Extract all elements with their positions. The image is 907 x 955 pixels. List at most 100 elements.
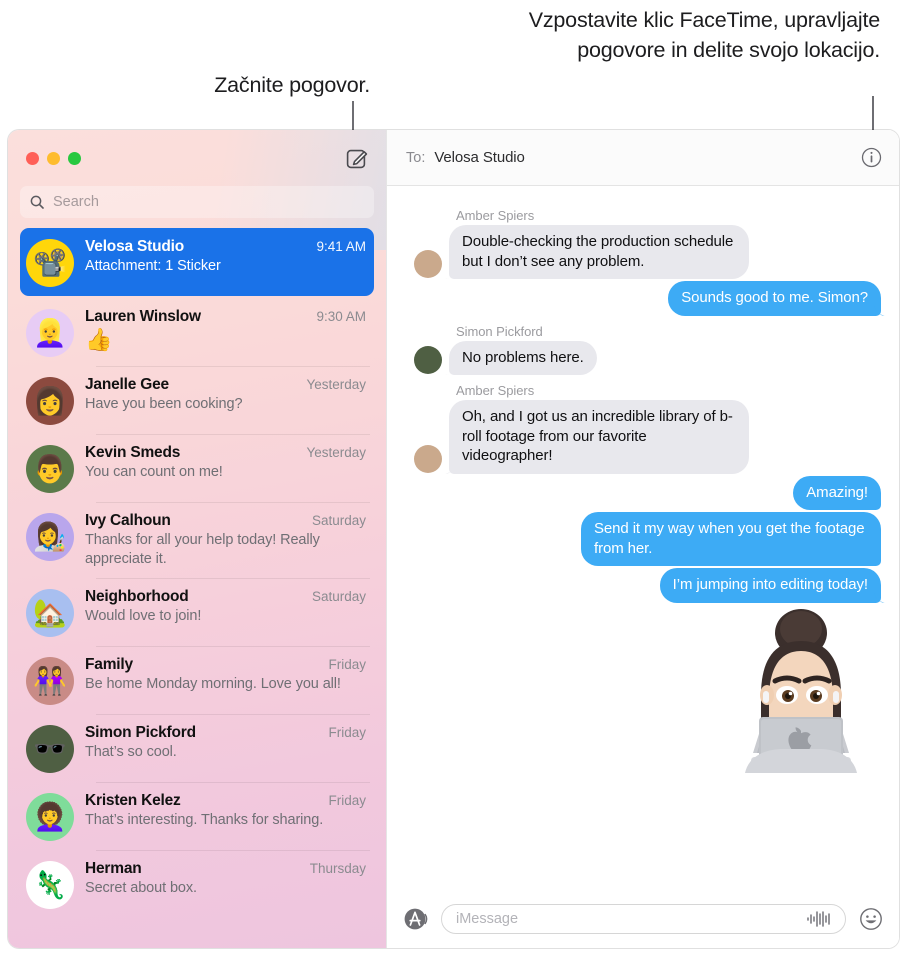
conversation-item[interactable]: 👩‍🎨 Ivy Calhoun Saturday Thanks for all you…: [20, 502, 374, 578]
conversation-item-header: Neighborhood Saturday: [85, 588, 366, 606]
conversation-item-header: Velosa Studio 9:41 AM: [85, 238, 366, 256]
conversation-name: Family: [85, 656, 133, 673]
message-bubble[interactable]: No problems here.: [449, 340, 597, 375]
conversation-item-header: Kevin Smeds Yesterday: [85, 444, 366, 462]
audio-waveform-icon[interactable]: [805, 910, 833, 928]
conversation-item-body: Kevin Smeds Yesterday You can count on me!: [85, 443, 366, 493]
avatar: 👩: [26, 377, 74, 425]
conversation-item-body: Family Friday Be home Monday morning. Love…: [85, 655, 366, 705]
message-bubble[interactable]: Double-checking the production schedule …: [449, 225, 749, 279]
conversation-name: Ivy Calhoun: [85, 512, 171, 529]
conversation-preview: That’s interesting. Thanks for sharing.: [85, 812, 324, 828]
conversation-item-body: Lauren Winslow 9:30 AM 👍: [85, 307, 366, 357]
conversation-timestamp: Yesterday: [306, 377, 366, 392]
message-bubble[interactable]: Amazing!: [793, 475, 881, 510]
apps-store-icon[interactable]: [403, 906, 429, 932]
messages-window: Search 📽️ Velosa Studio 9:41 AM Attachment:…: [8, 130, 899, 948]
conversation-item-header: Lauren Winslow 9:30 AM: [85, 308, 366, 326]
conversation-preview: You can count on me!: [85, 464, 223, 480]
conversation-name: Herman: [85, 860, 142, 877]
conversation-pane: To: Velosa Studio Amber Spiers Double-che…: [386, 130, 899, 948]
conversation-item-header: Family Friday: [85, 656, 366, 674]
emoji-smiley-icon[interactable]: [858, 907, 883, 932]
close-button[interactable]: [26, 151, 39, 165]
conversation-item[interactable]: 👱‍♀️ Lauren Winslow 9:30 AM 👍: [20, 298, 374, 366]
recipient-name[interactable]: Velosa Studio: [434, 149, 525, 166]
conversation-timestamp: Friday: [328, 725, 366, 740]
conversation-preview: Thanks for all your help today! Really a…: [85, 532, 320, 567]
message-thread[interactable]: Amber Spiers Double-checking the producti…: [387, 186, 899, 890]
conversation-item-header: Janelle Gee Yesterday: [85, 376, 366, 394]
conversation-timestamp: Saturday: [311, 589, 366, 604]
conversation-preview: Would love to join!: [85, 608, 202, 624]
conversation-timestamp: Saturday: [311, 513, 366, 528]
minimize-button[interactable]: [47, 151, 60, 165]
sticker-row: [403, 603, 881, 779]
message-bubble[interactable]: Send it my way when you get the footage …: [581, 512, 881, 566]
search-icon: [30, 195, 44, 209]
message-avatar: [414, 250, 442, 278]
message-row: Amazing!: [403, 475, 881, 510]
message-input[interactable]: iMessage: [441, 904, 846, 934]
avatar: 🦎: [26, 861, 74, 909]
message-bubble[interactable]: I’m jumping into editing today!: [659, 568, 881, 603]
conversation-item-body: Janelle Gee Yesterday Have you been cookin…: [85, 375, 366, 425]
conversation-name: Velosa Studio: [85, 238, 185, 255]
conversation-item-body: Kristen Kelez Friday That’s interesting. T…: [85, 791, 366, 841]
sidebar-titlebar: [8, 130, 386, 186]
conversation-preview: 👍: [85, 327, 113, 352]
conversation-item-header: Ivy Calhoun Saturday: [85, 512, 366, 530]
conversation-item[interactable]: 👩‍🦱 Kristen Kelez Friday That’s interesting…: [20, 782, 374, 850]
conversation-item-body: Velosa Studio 9:41 AM Attachment: 1 Sticke…: [85, 237, 366, 287]
message-sender-name: Amber Spiers: [456, 208, 535, 223]
conversation-item[interactable]: 🕶️ Simon Pickford Friday That’s so cool.: [20, 714, 374, 782]
avatar: 👩‍🦱: [26, 793, 74, 841]
message-avatar: [414, 346, 442, 374]
zoom-button[interactable]: [68, 151, 81, 165]
message-composer: iMessage: [387, 890, 899, 948]
callout-start-conversation: Začnite pogovor.: [214, 73, 370, 97]
to-label: To:: [406, 149, 426, 166]
info-icon[interactable]: [859, 146, 883, 170]
conversation-list[interactable]: 📽️ Velosa Studio 9:41 AM Attachment: 1 Stic…: [8, 228, 386, 948]
conversation-name: Lauren Winslow: [85, 308, 201, 325]
conversation-item[interactable]: 📽️ Velosa Studio 9:41 AM Attachment: 1 Stic…: [20, 228, 374, 296]
conversation-name: Kristen Kelez: [85, 792, 181, 809]
callout-facetime-manage: Vzpostavite klic FaceTime, upravljajte p…: [528, 8, 880, 62]
message-bubble[interactable]: Oh, and I got us an incredible library o…: [449, 400, 749, 474]
search-input[interactable]: Search: [20, 186, 374, 218]
conversation-item[interactable]: 👩 Janelle Gee Yesterday Have you been cooki…: [20, 366, 374, 434]
conversation-timestamp: Friday: [328, 657, 366, 672]
conversation-name: Neighborhood: [85, 588, 189, 605]
avatar: 👩‍🎨: [26, 513, 74, 561]
message-avatar: [414, 444, 442, 473]
conversation-timestamp: 9:30 AM: [316, 309, 366, 324]
conversation-item[interactable]: 🦎 Herman Thursday Secret about box.: [20, 850, 374, 918]
message-input-placeholder: iMessage: [456, 911, 519, 927]
conversation-name: Simon Pickford: [85, 724, 196, 741]
conversation-item-body: Neighborhood Saturday Would love to join!: [85, 587, 366, 637]
conversation-timestamp: Friday: [328, 793, 366, 808]
conversation-item[interactable]: 🏡 Neighborhood Saturday Would love to join!: [20, 578, 374, 646]
message-row: I’m jumping into editing today!: [403, 568, 881, 603]
conversation-item-header: Herman Thursday: [85, 860, 366, 878]
avatar: 👨: [26, 445, 74, 493]
conversation-name: Kevin Smeds: [85, 444, 181, 461]
avatar: 🕶️: [26, 725, 74, 773]
message-row: No problems here.: [403, 340, 881, 375]
conversation-preview: Secret about box.: [85, 880, 197, 896]
message-bubble[interactable]: Sounds good to me. Simon?: [668, 281, 881, 316]
sidebar: Search 📽️ Velosa Studio 9:41 AM Attachment:…: [8, 130, 386, 948]
conversation-item-header: Simon Pickford Friday: [85, 724, 366, 742]
compose-icon[interactable]: [344, 145, 370, 171]
conversation-preview: Attachment: 1 Sticker: [85, 258, 221, 274]
search-placeholder: Search: [53, 194, 99, 210]
memoji-laptop-sticker[interactable]: [727, 603, 875, 779]
message-sender-name: Amber Spiers: [456, 383, 535, 398]
conversation-item[interactable]: 👨 Kevin Smeds Yesterday You can count on me…: [20, 434, 374, 502]
message-row: Sounds good to me. Simon?: [403, 281, 881, 316]
avatar: 🏡: [26, 589, 74, 637]
conversation-timestamp: 9:41 AM: [316, 239, 366, 254]
conversation-timestamp: Yesterday: [306, 445, 366, 460]
conversation-item[interactable]: 👭 Family Friday Be home Monday morning. Lov…: [20, 646, 374, 714]
